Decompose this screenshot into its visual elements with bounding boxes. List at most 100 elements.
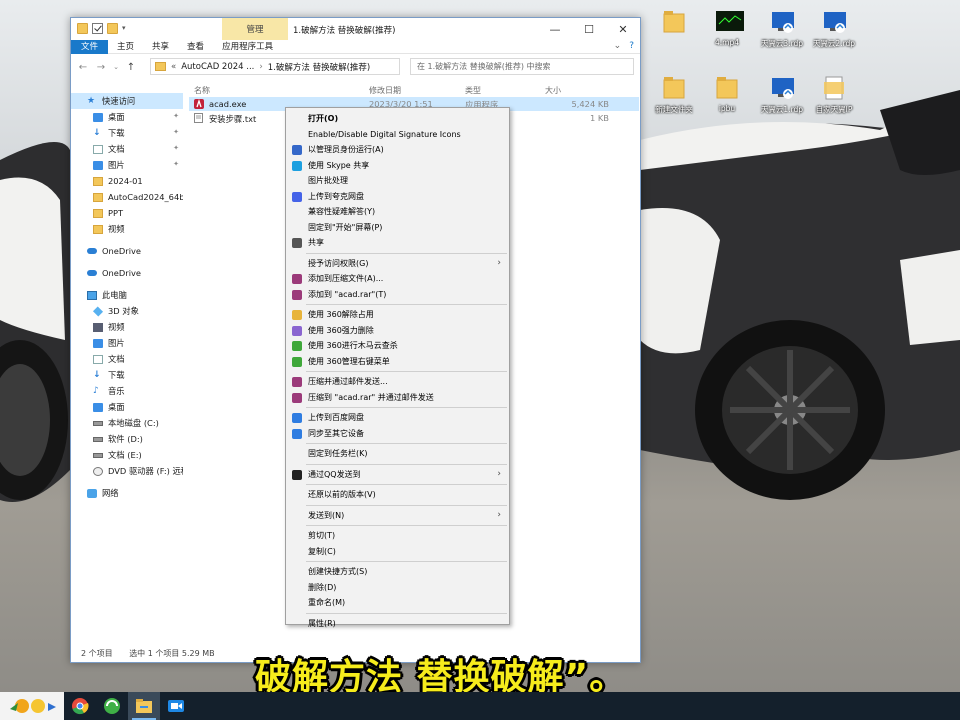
desktop-item[interactable] — [644, 8, 704, 38]
breadcrumb-leaf[interactable]: 1.破解方法 替换破解(推荐) — [268, 61, 370, 73]
360-browser-icon[interactable] — [96, 692, 128, 720]
column-name[interactable]: 名称 — [194, 85, 210, 96]
menu-item[interactable]: 添加到 "acad.rar"(T) — [286, 287, 509, 303]
breadcrumb-root[interactable]: AutoCAD 2024 ... — [181, 62, 254, 72]
sidebar-item[interactable]: 3D 对象 — [71, 303, 183, 319]
menu-item[interactable]: 还原以前的版本(V) — [286, 487, 509, 503]
menu-item[interactable]: 压缩并通过邮件发送... — [286, 374, 509, 390]
menu-item[interactable]: 发送到(N) › — [286, 508, 509, 524]
sidebar-item[interactable]: AutoCad2024_64bi — [71, 189, 183, 205]
menu-item[interactable]: 上传到百度网盘 — [286, 410, 509, 426]
sidebar-item[interactable]: ★ 快速访问 — [71, 93, 183, 109]
column-size[interactable]: 大小 — [545, 85, 561, 96]
manage-context-tab[interactable]: 管理 — [222, 18, 288, 40]
menu-item[interactable]: Enable/Disable Digital Signature Icons — [286, 127, 509, 143]
title-bar[interactable]: ▾ 管理 1.破解方法 替换破解(推荐) — ☐ ✕ — [71, 18, 640, 40]
sidebar-item[interactable]: OneDrive — [71, 243, 183, 259]
sidebar-item[interactable]: OneDrive — [71, 265, 183, 281]
desktop-item[interactable]: 天翼云3.rdp — [752, 8, 812, 49]
menu-item[interactable]: 以管理员身份运行(A) — [286, 142, 509, 158]
properties-icon[interactable] — [92, 23, 103, 34]
sidebar-item[interactable]: 桌面 ✦ — [71, 109, 183, 125]
sidebar-item[interactable]: DVD 驱动器 (F:) 远科 — [71, 463, 183, 479]
tab-home[interactable]: 主页 — [108, 40, 143, 54]
forward-icon[interactable]: → — [95, 62, 107, 73]
menu-item[interactable]: 同步至其它设备 — [286, 426, 509, 442]
menu-item[interactable]: 打开(O) — [286, 111, 509, 127]
sidebar-item[interactable]: ♪ 音乐 — [71, 383, 183, 399]
tab-share[interactable]: 共享 — [143, 40, 178, 54]
sidebar-item[interactable]: 文档 — [71, 351, 183, 367]
menu-item[interactable]: 使用 360强力删除 — [286, 323, 509, 339]
sidebar-item[interactable]: PPT — [71, 205, 183, 221]
context-menu[interactable]: 打开(O) Enable/Disable Digital Signature Ic… — [285, 107, 510, 628]
sidebar-item[interactable]: 图片 — [71, 335, 183, 351]
recent-locations-icon[interactable]: ⌄ — [113, 63, 119, 71]
menu-item[interactable]: 创建快捷方式(S) — [286, 564, 509, 580]
desktop-item[interactable]: 自家天翼IP — [804, 74, 864, 115]
menu-item[interactable]: 属性(R) — [286, 616, 509, 632]
menu-item[interactable]: 重命名(M) — [286, 595, 509, 611]
desktop-item[interactable]: ipbu — [697, 74, 757, 113]
menu-item[interactable]: 添加到压缩文件(A)... — [286, 271, 509, 287]
pin-icon[interactable]: ✦ — [173, 128, 179, 136]
file-explorer-icon[interactable] — [128, 692, 160, 720]
pin-icon[interactable]: ✦ — [173, 112, 179, 120]
sidebar-item[interactable]: 视频 — [71, 221, 183, 237]
minimize-button[interactable]: — — [538, 18, 572, 40]
chevron-down-icon[interactable]: ▾ — [122, 23, 133, 34]
search-input[interactable]: 在 1.破解方法 替换破解(推荐) 中搜索 — [410, 58, 634, 75]
menu-item[interactable]: 图片批处理 — [286, 173, 509, 189]
desktop-item[interactable]: 天翼云1.rdp — [752, 74, 812, 115]
sidebar-item[interactable]: 桌面 — [71, 399, 183, 415]
sidebar-item[interactable]: 图片 ✦ — [71, 157, 183, 173]
expand-ribbon-icon[interactable]: ⌄ — [614, 41, 622, 51]
menu-item[interactable]: 剪切(T) — [286, 528, 509, 544]
sidebar-item[interactable]: ↓ 下载 — [71, 367, 183, 383]
menu-item[interactable]: 固定到任务栏(K) — [286, 446, 509, 462]
pin-icon[interactable]: ✦ — [173, 160, 179, 168]
menu-item[interactable]: 兼容性疑难解答(Y) — [286, 204, 509, 220]
tab-application-tools[interactable]: 应用程序工具 — [213, 40, 282, 54]
desktop-item[interactable]: 4.mp4 — [697, 8, 757, 47]
menu-item[interactable]: 使用 Skype 共享 — [286, 158, 509, 174]
menu-item[interactable]: 复制(C) — [286, 544, 509, 560]
menu-item[interactable]: 使用 360管理右键菜单 — [286, 354, 509, 370]
start-icon[interactable] — [0, 692, 64, 720]
sidebar-item[interactable]: 视频 — [71, 319, 183, 335]
menu-item[interactable]: 使用 360进行木马云查杀 — [286, 338, 509, 354]
sidebar-item[interactable]: 此电脑 — [71, 287, 183, 303]
sidebar-item[interactable]: 网络 — [71, 485, 183, 501]
breadcrumb-overflow-icon[interactable]: « — [171, 62, 176, 72]
breadcrumb[interactable]: « AutoCAD 2024 ... › 1.破解方法 替换破解(推荐) — [150, 58, 400, 75]
close-button[interactable]: ✕ — [606, 18, 640, 40]
column-modified[interactable]: 修改日期 — [369, 85, 401, 96]
sidebar-item[interactable]: 软件 (D:) — [71, 431, 183, 447]
help-icon[interactable]: ? — [629, 41, 634, 51]
new-folder-icon[interactable] — [107, 23, 118, 34]
tab-file[interactable]: 文件 — [71, 39, 109, 54]
sidebar-item[interactable]: 本地磁盘 (C:) — [71, 415, 183, 431]
menu-item[interactable]: 使用 360解除占用 — [286, 307, 509, 323]
sidebar-item[interactable]: ↓ 下载 ✦ — [71, 125, 183, 141]
menu-item[interactable]: 通过QQ发送到 › — [286, 467, 509, 483]
menu-item[interactable]: 删除(D) — [286, 580, 509, 596]
sidebar-item[interactable]: 2024-01 — [71, 173, 183, 189]
desktop-item[interactable]: 新建文件夹 — [644, 74, 704, 115]
menu-item[interactable]: 压缩到 "acad.rar" 并通过邮件发送 — [286, 390, 509, 406]
video-recorder-icon[interactable] — [160, 692, 192, 720]
menu-item[interactable]: 上传到夸克网盘 — [286, 189, 509, 205]
sidebar-item[interactable]: 文档 (E:) — [71, 447, 183, 463]
column-type[interactable]: 类型 — [465, 85, 481, 96]
menu-item[interactable]: 共享 — [286, 235, 509, 251]
tab-view[interactable]: 查看 — [178, 40, 213, 54]
desktop-item[interactable]: 天翼云2.rdp — [804, 8, 864, 49]
maximize-button[interactable]: ☐ — [572, 18, 606, 40]
up-icon[interactable]: ↑ — [125, 62, 137, 73]
navigation-pane[interactable]: ★ 快速访问 桌面 ✦ ↓ 下载 ✦ 文档 ✦ 图片 ✦ 2024-01 AutoCad2024_64b… — [71, 93, 183, 653]
sidebar-item[interactable]: 文档 ✦ — [71, 141, 183, 157]
menu-item[interactable]: 固定到"开始"屏幕(P) — [286, 220, 509, 236]
chrome-icon[interactable] — [64, 692, 96, 720]
pin-icon[interactable]: ✦ — [173, 144, 179, 152]
menu-item[interactable]: 授予访问权限(G) › — [286, 256, 509, 272]
